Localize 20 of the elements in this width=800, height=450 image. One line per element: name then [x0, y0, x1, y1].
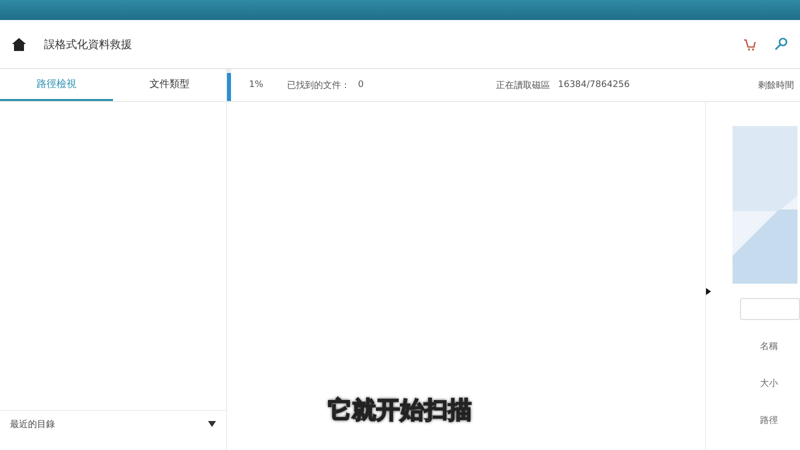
found-label: 已找到的文件： — [287, 80, 350, 92]
detail-label: 名稱 — [760, 340, 779, 353]
found-count: 0 — [358, 80, 365, 90]
cart-icon[interactable] — [743, 38, 756, 50]
sector-label: 正在讀取磁區 — [496, 80, 550, 92]
progress-percent: 1% — [249, 80, 264, 90]
section-title: 最近的目錄 — [10, 418, 55, 430]
collapse-arrow-icon[interactable] — [706, 288, 711, 295]
chevron-icon[interactable] — [208, 421, 216, 427]
remaining-label: 剩餘時間 — [758, 80, 794, 92]
app-title: 誤格式化資料救援 — [44, 36, 133, 52]
sector-count: 16384/7864256 — [558, 80, 631, 90]
view-tab[interactable]: 文件類型 — [113, 69, 226, 101]
view-tab[interactable]: 路徑檢視 — [0, 69, 113, 101]
video-subtitle: 它就开始扫描 — [328, 395, 472, 426]
detail-label: 大小 — [760, 378, 779, 390]
input-field[interactable] — [740, 298, 800, 320]
detail-label: 路徑 — [760, 414, 779, 427]
status-accent — [227, 73, 231, 101]
home-icon[interactable] — [12, 38, 26, 50]
